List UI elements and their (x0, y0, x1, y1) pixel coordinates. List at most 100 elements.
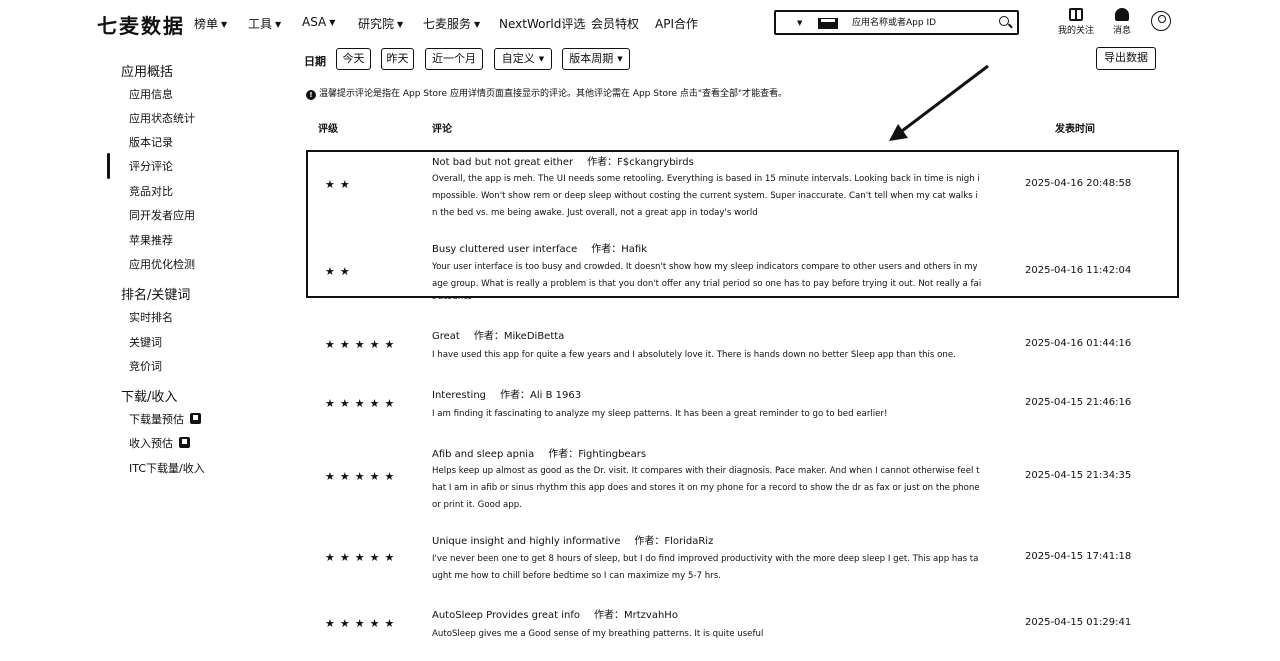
star-icon: ★ (384, 397, 400, 410)
filter-custom-dropdown[interactable]: 自定义 ▼ (494, 48, 552, 70)
nav-item-0[interactable]: 榜单 ▼ (194, 15, 227, 32)
review-title: Unique insight and highly informative (432, 536, 621, 547)
nav-item-label: 研究院 (358, 17, 395, 31)
star-icon: ★ (384, 338, 400, 351)
chevron-down-icon: ▼ (617, 55, 623, 63)
search-box[interactable]: ▼ (774, 10, 1019, 35)
sidebar-item-competitors[interactable]: 竞品对比 (129, 183, 173, 199)
nav-item-label: 工具 (248, 17, 273, 31)
nav-item-7[interactable]: API合作 (655, 15, 698, 32)
star-icon: ★ (325, 617, 340, 630)
chevron-down-icon: ▼ (397, 20, 404, 29)
nav-item-1[interactable]: 工具 ▼ (248, 15, 281, 32)
messages-button[interactable]: 消息 (1113, 8, 1131, 36)
star-icon: ★ (325, 397, 340, 410)
sidebar-item-revenue-estimate[interactable]: 收入预估 (129, 435, 190, 451)
nav-item-label: 会员特权 (591, 17, 640, 31)
review-title-line: Interesting 作者：Ali B 1963 (432, 386, 581, 401)
star-rating: ★★★★★ (325, 470, 399, 483)
review-body: I am finding it fascinating to analyze m… (432, 409, 888, 419)
user-avatar-icon[interactable] (1151, 11, 1171, 31)
nav-item-label: 七麦服务 (423, 17, 472, 31)
filter-version-cycle-dropdown[interactable]: 版本周期 ▼ (562, 48, 630, 70)
nav-item-4[interactable]: 七麦服务 ▼ (423, 15, 480, 32)
star-rating: ★★★★★ (325, 338, 399, 351)
active-indicator (107, 153, 110, 179)
filter-last-month-button[interactable]: 近一个月 (425, 48, 483, 70)
notice-label: 温馨提示评论是指在 App Store 应用详情页面直接显示的评论。其他评论需在… (319, 89, 788, 99)
search-icon[interactable] (999, 16, 1009, 26)
review-date: 2025-04-15 21:46:16 (1025, 397, 1132, 408)
sidebar-item-keywords[interactable]: 关键词 (129, 334, 162, 350)
chevron-down-icon: ▼ (329, 18, 336, 27)
sidebar-item-bid-words[interactable]: 竞价词 (129, 358, 162, 374)
author-prefix: 作者： (594, 610, 624, 621)
nav-item-5[interactable]: NextWorld评选 (499, 15, 585, 32)
nav-item-2[interactable]: ASA ▼ (302, 15, 335, 29)
bell-icon (1115, 8, 1129, 21)
author-prefix: 作者： (548, 449, 579, 460)
star-icon: ★ (384, 470, 400, 483)
star-icon: ★ (339, 338, 355, 351)
star-icon: ★ (369, 617, 385, 630)
sidebar-item-app-status[interactable]: 应用状态统计 (129, 110, 195, 126)
platform-caret-icon[interactable]: ▼ (797, 19, 802, 27)
store-region-icon[interactable] (818, 18, 838, 29)
review-title: Afib and sleep apnia (432, 449, 535, 460)
review-title: Interesting (432, 390, 486, 401)
sidebar-item-app-info[interactable]: 应用信息 (129, 86, 173, 102)
my-follow-button[interactable]: 我的关注 (1058, 8, 1094, 36)
sidebar-group-app-overview[interactable]: 应用概括 (121, 61, 173, 80)
sidebar-item-itc-downloads[interactable]: ITC下载量/收入 (129, 460, 205, 476)
author-prefix: 作者： (500, 390, 530, 401)
star-icon: ★ (369, 551, 385, 564)
star-icon: ★ (339, 397, 355, 410)
star-icon: ★ (354, 551, 370, 564)
chevron-down-icon: ▼ (474, 20, 481, 29)
sidebar-group-downloads-revenue[interactable]: 下载/收入 (121, 386, 177, 405)
sidebar-item-label: 下载量预估 (129, 413, 184, 426)
review-title-line: AutoSleep Provides great info 作者：MrtzvahH… (432, 606, 678, 621)
review-body: I've never been one to get 8 hours of sl… (432, 554, 979, 581)
filter-yesterday-button[interactable]: 昨天 (381, 48, 414, 70)
sidebar-item-label: 收入预估 (129, 437, 173, 450)
sidebar-item-version-history[interactable]: 版本记录 (129, 134, 173, 150)
arrow-shaft (897, 64, 989, 136)
sidebar-group-ranking-keywords[interactable]: 排名/关键词 (121, 284, 190, 303)
nav-item-label: 榜单 (194, 17, 219, 31)
sidebar-item-apple-featured[interactable]: 苹果推荐 (129, 232, 173, 248)
star-icon: ★ (369, 470, 385, 483)
author-prefix: 作者： (634, 536, 665, 547)
nav-item-6[interactable]: 会员特权 (591, 15, 639, 32)
sidebar-item-same-developer[interactable]: 同开发者应用 (129, 207, 195, 223)
sidebar-item-ratings-reviews[interactable]: 评分评论 (129, 158, 173, 174)
star-icon: ★ (369, 397, 385, 410)
brand-logo[interactable]: 七麦数据 (97, 10, 185, 39)
search-input[interactable] (852, 14, 992, 32)
review-date: 2025-04-15 21:34:35 (1025, 470, 1132, 481)
follow-icon (1069, 8, 1083, 21)
review-author: MrtzvahHo (624, 610, 678, 621)
export-data-button[interactable]: 导出数据 (1096, 47, 1156, 70)
vip-badge-icon (190, 413, 201, 424)
column-header-review: 评论 (432, 124, 452, 135)
version-dropdown-label: 版本周期 (569, 52, 614, 65)
sidebar-item-aso-check[interactable]: 应用优化检测 (129, 256, 195, 272)
review-title: Great (432, 331, 460, 342)
vip-badge-icon (179, 437, 190, 448)
date-filter-label: 日期 (304, 55, 326, 68)
review-body: AutoSleep gives me a Good sense of my br… (432, 629, 764, 639)
arrow-head (889, 124, 908, 141)
author-prefix: 作者： (473, 331, 504, 342)
star-rating: ★★★★★ (325, 551, 399, 564)
star-rating: ★★★★★ (325, 617, 399, 630)
star-icon: ★ (325, 338, 340, 351)
star-icon: ★ (384, 617, 400, 630)
review-date: 2025-04-15 01:29:41 (1025, 617, 1132, 628)
nav-item-3[interactable]: 研究院 ▼ (358, 15, 403, 32)
sidebar-item-realtime-rank[interactable]: 实时排名 (129, 309, 173, 325)
filter-today-button[interactable]: 今天 (336, 48, 371, 70)
sidebar-item-download-estimate[interactable]: 下载量预估 (129, 411, 201, 427)
review-author: Ali B 1963 (530, 390, 582, 401)
messages-label: 消息 (1113, 26, 1132, 36)
